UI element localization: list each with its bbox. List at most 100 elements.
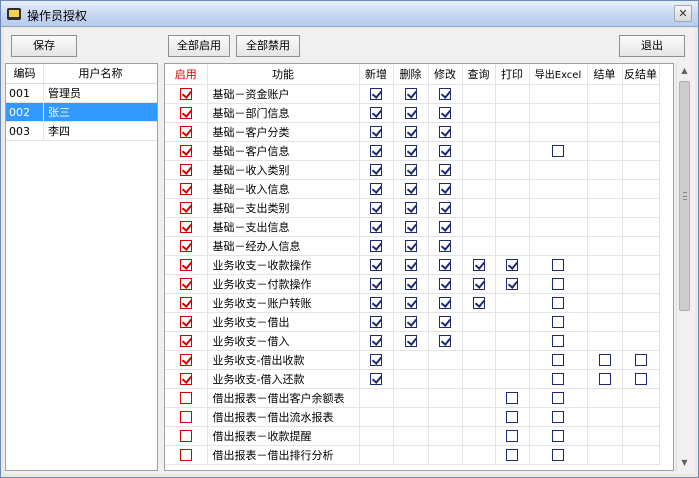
edit-checkbox[interactable]	[439, 221, 451, 233]
print-checkbox[interactable]	[506, 278, 518, 290]
delete-checkbox[interactable]	[404, 240, 417, 252]
enable-checkbox[interactable]	[179, 107, 192, 119]
add-checkbox[interactable]	[370, 240, 382, 252]
add-checkbox[interactable]	[370, 335, 382, 347]
print-checkbox[interactable]	[506, 430, 518, 442]
edit-checkbox[interactable]	[439, 335, 451, 347]
edit-checkbox[interactable]	[439, 202, 451, 214]
edit-checkbox[interactable]	[439, 183, 451, 195]
edit-checkbox[interactable]	[439, 297, 451, 309]
enable-checkbox[interactable]	[179, 316, 192, 328]
enable-checkbox[interactable]	[179, 335, 192, 347]
add-checkbox[interactable]	[370, 221, 382, 233]
print-checkbox[interactable]	[506, 411, 518, 423]
print-checkbox[interactable]	[506, 449, 518, 461]
query-checkbox[interactable]	[472, 259, 485, 271]
delete-checkbox[interactable]	[404, 145, 417, 157]
export-checkbox[interactable]	[552, 373, 564, 385]
export-checkbox[interactable]	[552, 335, 564, 347]
export-checkbox[interactable]	[552, 354, 564, 366]
edit-checkbox[interactable]	[439, 88, 451, 100]
print-checkbox[interactable]	[506, 259, 518, 271]
delete-checkbox[interactable]	[404, 126, 417, 138]
edit-checkbox[interactable]	[439, 259, 451, 271]
edit-checkbox[interactable]	[439, 107, 451, 119]
edit-checkbox[interactable]	[439, 278, 451, 290]
delete-checkbox[interactable]	[404, 316, 417, 328]
disable-all-button[interactable]: 全部禁用	[236, 35, 300, 57]
reopen-checkbox[interactable]	[634, 354, 647, 366]
enable-checkbox[interactable]	[179, 145, 192, 157]
enable-checkbox[interactable]	[179, 202, 192, 214]
enable-checkbox[interactable]	[179, 88, 192, 100]
export-checkbox[interactable]	[552, 316, 564, 328]
export-checkbox[interactable]	[552, 145, 564, 157]
delete-checkbox[interactable]	[404, 297, 417, 309]
save-button[interactable]: 保存	[11, 35, 77, 57]
edit-checkbox[interactable]	[439, 164, 451, 176]
export-checkbox[interactable]	[552, 411, 564, 423]
export-checkbox[interactable]	[552, 449, 564, 461]
add-checkbox[interactable]	[370, 126, 382, 138]
close-checkbox[interactable]	[598, 354, 611, 366]
add-checkbox[interactable]	[370, 259, 382, 271]
add-checkbox[interactable]	[370, 107, 382, 119]
enable-checkbox[interactable]	[179, 240, 192, 252]
print-checkbox[interactable]	[506, 392, 518, 404]
add-checkbox[interactable]	[370, 88, 382, 100]
export-checkbox[interactable]	[552, 297, 564, 309]
enable-all-button[interactable]: 全部启用	[168, 35, 230, 57]
reopen-checkbox[interactable]	[634, 373, 647, 385]
export-checkbox[interactable]	[552, 278, 564, 290]
query-checkbox[interactable]	[472, 278, 485, 290]
enable-checkbox[interactable]	[179, 297, 192, 309]
delete-checkbox[interactable]	[404, 164, 417, 176]
delete-checkbox[interactable]	[404, 88, 417, 100]
add-checkbox[interactable]	[370, 183, 382, 195]
edit-checkbox[interactable]	[439, 145, 451, 157]
exit-button[interactable]: 退出	[619, 35, 685, 57]
enable-checkbox[interactable]	[179, 430, 192, 442]
delete-checkbox[interactable]	[404, 335, 417, 347]
close-button[interactable]: ✕	[674, 5, 692, 22]
add-checkbox[interactable]	[370, 278, 382, 290]
enable-checkbox[interactable]	[179, 126, 192, 138]
add-checkbox[interactable]	[370, 202, 382, 214]
delete-checkbox[interactable]	[404, 107, 417, 119]
enable-checkbox[interactable]	[179, 354, 192, 366]
user-row[interactable]: 003 李四	[6, 122, 157, 141]
vertical-scrollbar[interactable]: ▲ ▼	[676, 63, 692, 471]
enable-checkbox[interactable]	[179, 411, 192, 423]
edit-checkbox[interactable]	[439, 126, 451, 138]
delete-checkbox[interactable]	[404, 278, 417, 290]
add-checkbox[interactable]	[370, 373, 382, 385]
close-checkbox[interactable]	[598, 373, 611, 385]
edit-checkbox[interactable]	[439, 316, 451, 328]
query-checkbox[interactable]	[472, 297, 485, 309]
add-checkbox[interactable]	[370, 145, 382, 157]
user-row[interactable]: 001 管理员	[6, 84, 157, 103]
edit-checkbox[interactable]	[439, 240, 451, 252]
enable-checkbox[interactable]	[179, 259, 192, 271]
enable-checkbox[interactable]	[179, 392, 192, 404]
scroll-down-arrow-icon[interactable]: ▼	[677, 455, 692, 471]
scroll-thumb[interactable]	[679, 81, 690, 311]
delete-checkbox[interactable]	[404, 183, 417, 195]
enable-checkbox[interactable]	[179, 164, 192, 176]
scroll-up-arrow-icon[interactable]: ▲	[677, 63, 692, 79]
delete-checkbox[interactable]	[404, 202, 417, 214]
user-row[interactable]: 002 张三	[6, 103, 157, 122]
add-checkbox[interactable]	[370, 354, 382, 366]
delete-checkbox[interactable]	[404, 259, 417, 271]
enable-checkbox[interactable]	[179, 183, 192, 195]
enable-checkbox[interactable]	[179, 373, 192, 385]
add-checkbox[interactable]	[370, 297, 382, 309]
add-checkbox[interactable]	[370, 164, 382, 176]
add-checkbox[interactable]	[370, 316, 382, 328]
enable-checkbox[interactable]	[179, 221, 192, 233]
export-checkbox[interactable]	[552, 430, 564, 442]
delete-checkbox[interactable]	[404, 221, 417, 233]
export-checkbox[interactable]	[552, 259, 564, 271]
enable-checkbox[interactable]	[179, 449, 192, 461]
export-checkbox[interactable]	[552, 392, 564, 404]
